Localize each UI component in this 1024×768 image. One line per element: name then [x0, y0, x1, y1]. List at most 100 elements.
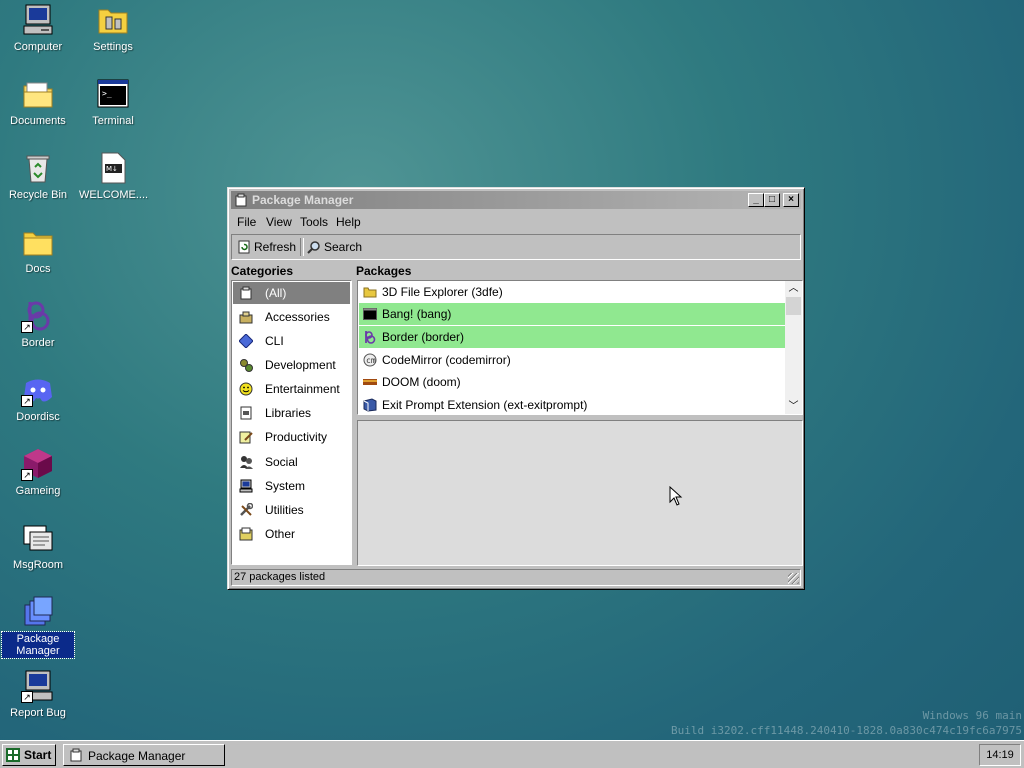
category-libraries[interactable]: Libraries: [233, 402, 350, 424]
packages-scrollbar[interactable]: ︿ ﹀: [785, 281, 802, 414]
settings-icon: [96, 3, 130, 37]
resize-grip[interactable]: [788, 573, 799, 584]
social-icon: [239, 455, 253, 469]
desktop-icon-border[interactable]: ↗ Border: [2, 299, 74, 350]
shortcut-arrow-icon: ↗: [21, 691, 33, 703]
desktop-icon-settings[interactable]: Settings: [77, 3, 149, 54]
category-entertainment[interactable]: Entertainment: [233, 378, 350, 400]
category-system[interactable]: System: [233, 475, 350, 497]
desktop-icon-computer[interactable]: Computer: [2, 3, 74, 54]
toolbar: Refresh Search: [231, 234, 801, 260]
recycle-bin-icon: [21, 151, 55, 185]
terminal-icon: >_: [96, 77, 130, 111]
package-ext-exitprompt[interactable]: Exit Prompt Extension (ext-exitprompt): [359, 394, 785, 416]
menu-file[interactable]: File: [237, 215, 256, 229]
package-border[interactable]: Border (border): [359, 326, 785, 348]
package-manager-icon: [21, 595, 55, 629]
search-icon: [307, 240, 321, 254]
mouse-cursor-icon: [669, 485, 683, 508]
minimize-button[interactable]: _: [748, 193, 764, 207]
category-utilities[interactable]: Utilities: [233, 499, 350, 521]
desktop-icon-docs[interactable]: Docs: [2, 225, 74, 276]
codemirror-icon: cm: [363, 353, 377, 367]
build-watermark: Windows 96 main Build i3202.cff11448.240…: [671, 709, 1022, 737]
taskbar: Start Package Manager 14:19: [0, 740, 1024, 768]
desktop-icon-documents[interactable]: Documents: [2, 77, 74, 128]
desktop-icon-package-manager[interactable]: Package Manager: [1, 595, 75, 659]
categories-header: Categories: [231, 264, 294, 278]
svg-text:>_: >_: [102, 89, 112, 98]
packages-header: Packages: [356, 264, 412, 278]
shortcut-arrow-icon: ↗: [21, 321, 33, 333]
search-button[interactable]: Search: [307, 238, 362, 256]
scroll-thumb[interactable]: [786, 297, 801, 315]
markdown-file-icon: M↓: [96, 151, 130, 185]
cli-icon: [238, 333, 254, 349]
chevron-down-icon: ﹀: [788, 401, 799, 412]
package-bang[interactable]: Bang! (bang): [359, 303, 785, 325]
category-productivity[interactable]: Productivity: [233, 426, 350, 448]
package-codemirror[interactable]: cm CodeMirror (codemirror): [359, 349, 785, 371]
scroll-up-button[interactable]: ︿: [787, 282, 800, 295]
status-text: 27 packages listed: [234, 571, 326, 583]
desktop-icon-gameing[interactable]: ↗ Gameing: [2, 447, 74, 498]
all-icon: [239, 286, 253, 300]
categories-list: (All) Accessories CLI Development Entert…: [231, 280, 352, 565]
desktop: Computer Documents Recycle Bin Docs ↗ Bo…: [0, 0, 1024, 740]
minimize-icon: _: [753, 194, 759, 205]
utilities-icon: [239, 502, 254, 517]
folder-icon: [21, 77, 55, 111]
scroll-down-button[interactable]: ﹀: [787, 400, 800, 413]
development-icon: [239, 358, 253, 372]
svg-text:M↓: M↓: [106, 165, 118, 173]
menu-bar: File View Tools Help: [231, 211, 801, 231]
menu-tools[interactable]: Tools: [300, 215, 328, 229]
other-icon: [239, 527, 253, 541]
border-icon: [363, 330, 377, 344]
menu-help[interactable]: Help: [336, 215, 361, 229]
package-3dfe[interactable]: 3D File Explorer (3dfe): [359, 281, 785, 303]
shortcut-arrow-icon: ↗: [21, 469, 33, 481]
category-cli[interactable]: CLI: [233, 330, 350, 352]
doom-icon: [363, 375, 377, 389]
chevron-up-icon: ︿: [788, 283, 799, 294]
desktop-icon-report-bug[interactable]: ↗ Report Bug: [2, 669, 74, 720]
accessories-icon: [239, 310, 253, 324]
start-logo-icon: [6, 748, 20, 762]
refresh-button[interactable]: Refresh: [237, 238, 296, 256]
category-development[interactable]: Development: [233, 354, 350, 376]
report-bug-icon: ↗: [21, 669, 55, 703]
desktop-icon-welcome[interactable]: M↓ WELCOME....: [77, 151, 149, 202]
category-all[interactable]: (All): [233, 282, 350, 304]
start-button[interactable]: Start: [2, 744, 56, 766]
folder-icon: [363, 285, 377, 299]
window-title: Package Manager: [252, 193, 354, 207]
computer-icon: [21, 3, 55, 37]
maximize-icon: □: [768, 194, 776, 205]
package-manager-icon: [69, 748, 83, 762]
category-other[interactable]: Other: [233, 523, 350, 545]
desktop-icon-doordisc[interactable]: ↗ Doordisc: [2, 373, 74, 424]
msgroom-icon: [21, 521, 55, 555]
desktop-icon-msgroom[interactable]: MsgRoom: [2, 521, 74, 572]
desktop-icon-recycle-bin[interactable]: Recycle Bin: [2, 151, 74, 202]
package-doom[interactable]: DOOM (doom): [359, 371, 785, 393]
system-tray-clock[interactable]: 14:19: [979, 744, 1021, 766]
close-button[interactable]: ×: [783, 193, 799, 207]
cube-icon: ↗: [21, 447, 55, 481]
category-social[interactable]: Social: [233, 451, 350, 473]
taskbar-package-manager[interactable]: Package Manager: [63, 744, 225, 766]
package-details-pane: [357, 420, 803, 566]
category-accessories[interactable]: Accessories: [233, 306, 350, 328]
shortcut-arrow-icon: ↗: [21, 395, 33, 407]
menu-view[interactable]: View: [266, 215, 292, 229]
discord-icon: ↗: [21, 373, 55, 407]
package-manager-icon: [234, 193, 248, 207]
productivity-icon: [239, 430, 253, 444]
maximize-button[interactable]: □: [764, 193, 780, 207]
package-manager-window: Package Manager _ □ × File View Tools He…: [227, 187, 805, 590]
title-bar[interactable]: Package Manager _ □ ×: [231, 191, 801, 209]
svg-text:cm: cm: [366, 356, 376, 365]
desktop-icon-terminal[interactable]: >_ Terminal: [77, 77, 149, 128]
refresh-icon: [237, 240, 251, 254]
